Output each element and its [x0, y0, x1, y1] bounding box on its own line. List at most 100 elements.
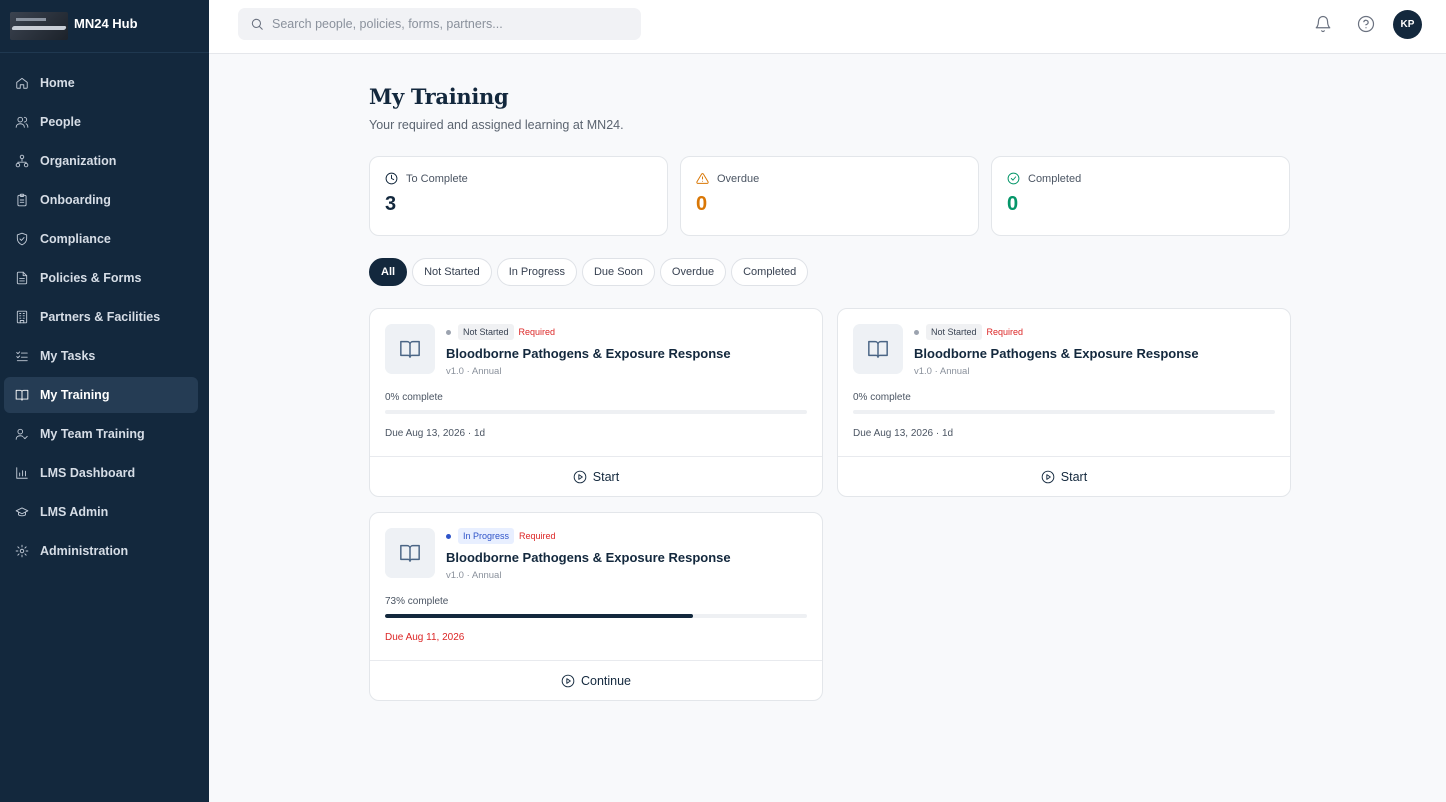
page-subtitle: Your required and assigned learning at M…: [369, 118, 624, 132]
required-badge: Required: [519, 531, 556, 541]
shield-check-icon: [16, 232, 28, 246]
stat-card-to-complete: To Complete 3: [369, 156, 668, 236]
filter-all[interactable]: All: [369, 258, 408, 286]
team-check-icon: [15, 428, 28, 440]
filter-in-progress[interactable]: In Progress: [496, 258, 577, 286]
sidebar-item-organization[interactable]: Organization: [4, 143, 198, 179]
home-icon: [16, 77, 28, 89]
progress-bar: [853, 410, 1275, 414]
sidebar: MN24 Hub Home People Organization Onboar…: [0, 0, 209, 802]
sidebar-item-my-tasks[interactable]: My Tasks: [4, 338, 198, 374]
stat-label: Overdue: [717, 172, 760, 185]
sidebar-item-administration[interactable]: Administration: [4, 533, 198, 569]
continue-button[interactable]: Continue: [370, 660, 822, 700]
course-card: Not Started Required Bloodborne Pathogen…: [369, 308, 823, 497]
help-button[interactable]: [1356, 14, 1376, 34]
sidebar-item-policies-forms[interactable]: Policies & Forms: [4, 260, 198, 296]
search-input[interactable]: [272, 17, 632, 31]
status-badge: In Progress: [458, 528, 515, 544]
stats-row: To Complete 3 Overdue 0 Completed 0: [369, 156, 1291, 236]
status-badge: Not Started: [926, 324, 982, 340]
due-date: Due Aug 11, 2026: [385, 632, 465, 643]
course-thumbnail: [853, 324, 903, 374]
status-badge: Not Started: [458, 324, 514, 340]
course-title[interactable]: Bloodborne Pathogens & Exposure Response: [914, 346, 1199, 361]
users-icon: [15, 116, 29, 128]
book-open-icon: [400, 544, 420, 562]
course-thumbnail: [385, 528, 435, 578]
sidebar-item-people[interactable]: People: [4, 104, 198, 140]
filter-completed[interactable]: Completed: [731, 258, 809, 286]
due-date: Due Aug 13, 2026 · 1d: [385, 428, 486, 439]
course-title[interactable]: Bloodborne Pathogens & Exposure Response: [446, 550, 731, 565]
action-label: Continue: [580, 673, 632, 688]
bar-chart-icon: [16, 467, 28, 479]
progress-label: 0% complete: [385, 392, 443, 403]
book-open-icon: [15, 389, 29, 401]
start-button[interactable]: Start: [370, 456, 822, 496]
status-dot: [914, 329, 919, 335]
start-button[interactable]: Start: [838, 456, 1290, 496]
sidebar-item-label: Administration: [40, 544, 129, 558]
progress-label: 0% complete: [853, 392, 911, 403]
play-circle-icon: [573, 470, 587, 483]
clipboard-icon: [17, 193, 27, 207]
play-circle-icon: [561, 674, 575, 687]
sidebar-item-my-team-training[interactable]: My Team Training: [4, 416, 198, 452]
task-list-icon: [16, 351, 28, 362]
sidebar-item-compliance[interactable]: Compliance: [4, 221, 198, 257]
action-label: Start: [1060, 469, 1088, 484]
search-box[interactable]: [238, 8, 641, 40]
play-circle-icon: [1041, 470, 1055, 483]
book-open-icon: [400, 340, 420, 358]
sidebar-nav: Home People Organization Onboarding Comp…: [0, 53, 209, 569]
filter-due-soon[interactable]: Due Soon: [581, 258, 655, 286]
sidebar-item-label: Partners & Facilities: [40, 310, 161, 324]
course-meta: v1.0 · Annual: [446, 366, 502, 377]
course-grid: Not Started Required Bloodborne Pathogen…: [369, 308, 1291, 701]
sidebar-item-onboarding[interactable]: Onboarding: [4, 182, 198, 218]
sidebar-item-partners-facilities[interactable]: Partners & Facilities: [4, 299, 198, 335]
filter-chips: All Not Started In Progress Due Soon Ove…: [369, 258, 1291, 286]
sidebar-item-home[interactable]: Home: [4, 65, 198, 101]
sidebar-item-lms-dashboard[interactable]: LMS Dashboard: [4, 455, 198, 491]
stat-card-completed: Completed 0: [991, 156, 1290, 236]
brand[interactable]: MN24 Hub: [0, 0, 209, 53]
search-icon: [251, 18, 263, 30]
sidebar-item-label: LMS Admin: [40, 505, 109, 519]
sidebar-item-label: LMS Dashboard: [40, 466, 136, 480]
stat-card-overdue: Overdue 0: [680, 156, 979, 236]
stat-value: 0: [1007, 193, 1019, 215]
document-icon: [16, 271, 28, 285]
course-meta: v1.0 · Annual: [914, 366, 970, 377]
help-circle-icon: [1357, 15, 1375, 33]
course-thumbnail: [385, 324, 435, 374]
action-label: Start: [592, 469, 620, 484]
required-badge: Required: [986, 327, 1024, 337]
stat-label: To Complete: [406, 172, 468, 185]
sidebar-item-lms-admin[interactable]: LMS Admin: [4, 494, 198, 530]
filter-not-started[interactable]: Not Started: [412, 258, 492, 286]
status-dot: [446, 533, 451, 539]
sidebar-item-label: Organization: [40, 154, 117, 168]
sidebar-item-label: My Team Training: [40, 427, 145, 441]
main-content: My Training Your required and assigned l…: [369, 54, 1291, 701]
sidebar-item-label: Policies & Forms: [40, 271, 142, 285]
warning-icon: [696, 173, 709, 184]
book-open-icon: [868, 340, 888, 358]
graduation-cap-icon: [15, 507, 29, 517]
progress-bar: [385, 410, 807, 414]
course-title[interactable]: Bloodborne Pathogens & Exposure Response: [446, 346, 731, 361]
notifications-button[interactable]: [1313, 14, 1333, 34]
sidebar-item-label: Home: [40, 76, 75, 90]
stat-value: 0: [696, 193, 708, 215]
filter-overdue[interactable]: Overdue: [659, 258, 727, 286]
brand-name: MN24 Hub: [74, 15, 138, 31]
company-logo: [10, 12, 68, 40]
stat-value: 3: [385, 193, 397, 215]
avatar[interactable]: KP: [1393, 10, 1422, 39]
bell-icon: [1315, 15, 1331, 33]
progress-fill: [385, 614, 694, 618]
building-icon: [16, 310, 28, 324]
sidebar-item-my-training[interactable]: My Training: [4, 377, 198, 413]
